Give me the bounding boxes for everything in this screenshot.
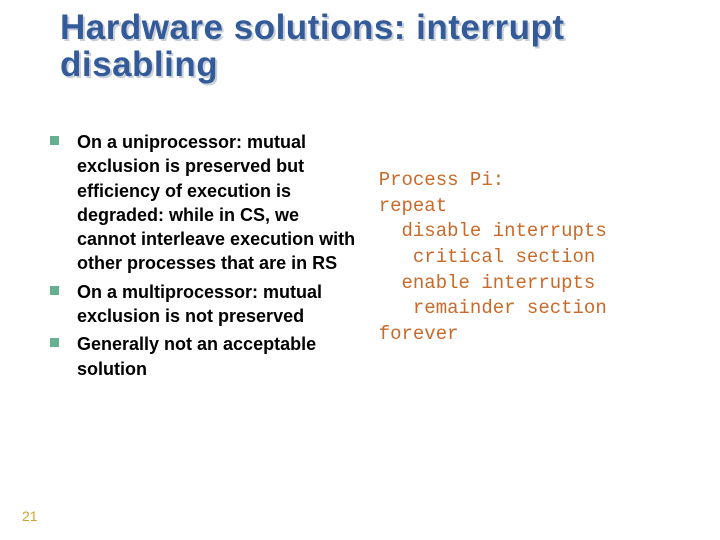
bullet-icon: [50, 286, 59, 295]
code-column: Process Pi: repeat disable interrupts cr…: [379, 130, 670, 385]
list-item: Generally not an acceptable solution: [50, 332, 361, 381]
list-item: On a multiprocessor: mutual exclusion is…: [50, 280, 361, 329]
bullet-text: On a multiprocessor: mutual exclusion is…: [77, 280, 361, 329]
list-item: On a uniprocessor: mutual exclusion is p…: [50, 130, 361, 276]
bullet-text: Generally not an acceptable solution: [77, 332, 361, 381]
bullet-text: On a uniprocessor: mutual exclusion is p…: [77, 130, 361, 276]
slide-title: Hardware solutions: interrupt disabling …: [60, 10, 670, 84]
bullet-icon: [50, 338, 59, 347]
page-number: 21: [22, 508, 38, 524]
slide-title-wrap: Hardware solutions: interrupt disabling …: [60, 10, 670, 84]
bullet-icon: [50, 136, 59, 145]
slide: Hardware solutions: interrupt disabling …: [0, 0, 720, 540]
pseudocode: Process Pi: repeat disable interrupts cr…: [379, 168, 670, 347]
bullet-list: On a uniprocessor: mutual exclusion is p…: [50, 130, 361, 385]
slide-body: On a uniprocessor: mutual exclusion is p…: [50, 130, 670, 385]
